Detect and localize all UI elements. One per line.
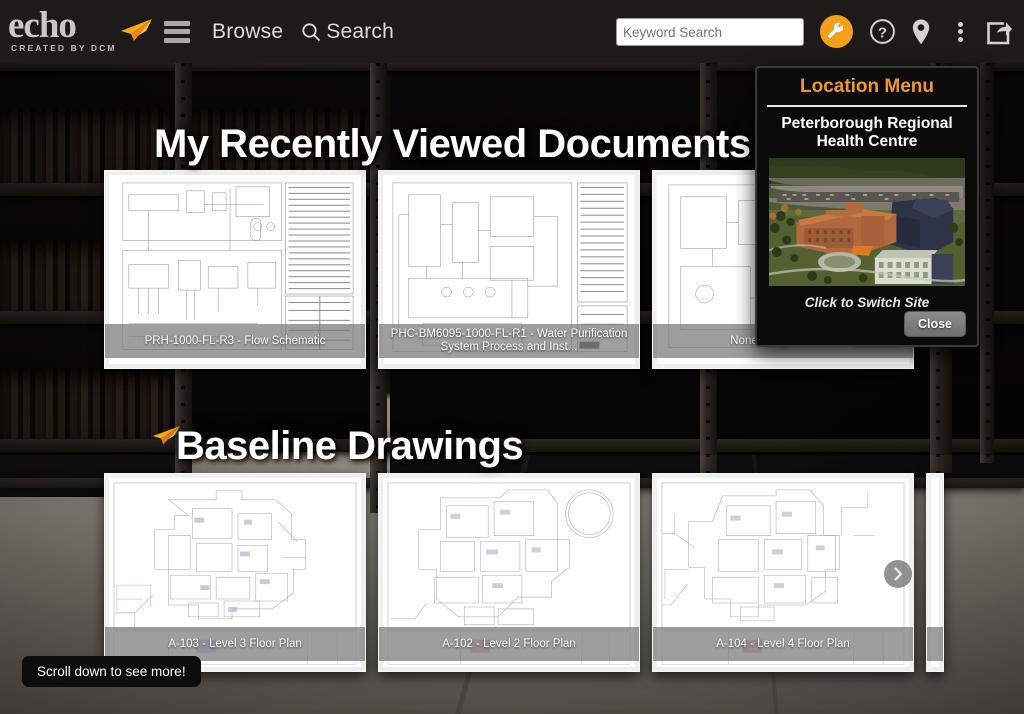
wrench-icon [827,22,844,38]
divider [767,105,967,107]
document-caption: PHC-BM6095-1000-FL-R1 - Water Purificati… [379,324,639,358]
carousel-baseline-drawings[interactable]: A-103 - Level 3 Floor Plan A-102 - Level… [104,473,950,672]
document-card[interactable]: PRH-1000-FL-R3 - Flow Schematic [104,170,366,369]
map-pin-icon [912,19,930,44]
app-logo[interactable]: echo CREATED BY DCM [8,5,158,53]
carousel-next-button[interactable] [884,560,912,588]
chevron-right-icon [894,567,903,581]
help-button[interactable]: ? [866,0,898,63]
menu-bar [164,37,190,43]
menu-bar [164,29,190,34]
kebab-dot [957,21,963,27]
svg-text:?: ? [877,24,886,41]
nav-browse[interactable]: Browse [212,20,283,44]
switch-site-hint: Click to Switch Site [804,295,930,310]
share-button[interactable] [980,0,1016,63]
site-photo[interactable] [769,158,965,286]
drawing-card[interactable]: A-102 - Level 2 Floor Plan [378,473,640,672]
location-menu-panel[interactable]: Location Menu Peterborough Regional Heal… [755,66,979,347]
location-menu-title: Location Menu [799,76,935,97]
drawing-caption: A-104 - Level 4 Floor Plan [653,627,913,661]
aerial-photo-hospital [769,158,965,286]
close-button[interactable]: Close [903,311,966,337]
tools-button[interactable] [818,0,854,63]
kebab-dots [957,19,963,44]
books [0,367,175,439]
kebab-dot [957,29,963,34]
shelf-post [980,63,994,463]
search-input[interactable] [623,24,800,40]
kebab-dot [957,36,963,42]
menu-icon[interactable] [164,17,190,46]
nav-search[interactable]: Search [301,20,394,44]
app-window: echo CREATED BY DCM Browse Search Keywor… [0,0,1024,714]
location-button[interactable] [906,0,936,63]
logo-text: echo [8,5,77,46]
share-icon [987,21,1012,44]
app-header: echo CREATED BY DCM Browse Search Keywor… [0,0,1024,63]
current-site-name: Peterborough Regional Health Centre [781,115,953,150]
shelf-bay [0,63,175,183]
drawing-caption: A-102 - Level 2 Floor Plan [379,627,639,661]
drawing-caption [927,627,943,661]
nav-search-label: Search [326,19,394,43]
question-mark-icon: ? [869,19,895,44]
menu-bar [164,20,190,26]
document-caption: PRH-1000-FL-R3 - Flow Schematic [105,324,365,358]
drawing-card[interactable]: A-103 - Level 3 Floor Plan [104,473,366,672]
section-title-baseline-drawings: Baseline Drawings [176,424,524,468]
drawing-card-partial[interactable] [926,473,944,672]
drawing-card[interactable]: A-104 - Level 4 Floor Plan [652,473,914,672]
tools-circle [819,15,853,48]
document-card[interactable]: PHC-BM6095-1000-FL-R1 - Water Purificati… [378,170,640,369]
keyword-search-box[interactable] [616,18,804,46]
search-icon [302,22,321,41]
logo-tagline: CREATED BY DCM [11,43,117,53]
section-title-recently-viewed: My Recently Viewed Documents [154,122,751,166]
paper-plane-icon [121,19,152,41]
scroll-hint-tooltip: Scroll down to see more! [22,656,201,687]
more-options-button[interactable] [948,0,972,63]
